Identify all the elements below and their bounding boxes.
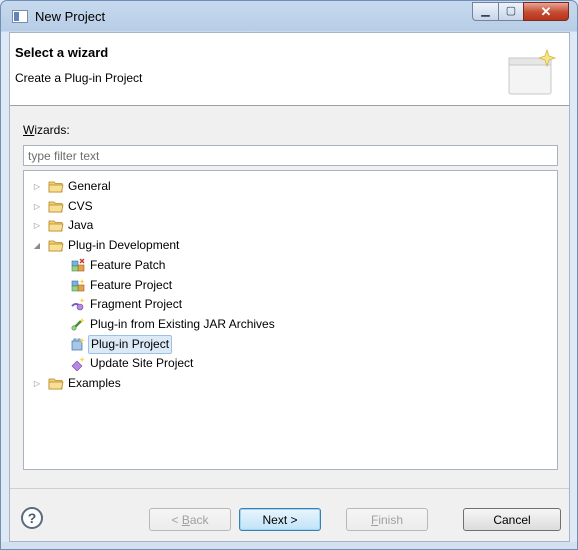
dialog-client-area: Select a wizard Create a Plug-in Project…	[9, 32, 570, 542]
tree-item-label: Feature Patch	[90, 257, 166, 272]
minimize-button[interactable]: ▁	[472, 2, 499, 21]
expand-arrow-collapsed-icon[interactable]: ▷	[32, 374, 42, 393]
title-bar[interactable]: New Project ▁ ▢ ✕	[1, 1, 577, 32]
plugin-jar-icon	[70, 317, 86, 332]
tree-item-label: Fragment Project	[90, 297, 183, 312]
tree-item[interactable]: Plug-in from Existing JAR Archives	[24, 315, 544, 334]
tree-item-label: Examples	[68, 376, 121, 390]
tree-item-label: Java	[68, 218, 94, 233]
wizard-title: Select a wizard	[15, 45, 109, 60]
tree-item-label: Plug-in Development	[68, 238, 180, 253]
button-bar-separator	[10, 488, 569, 489]
cancel-button[interactable]: Cancel	[463, 508, 561, 531]
wizards-label: Wizards:	[23, 123, 70, 137]
window-bottom-border	[1, 542, 577, 549]
filter-input[interactable]	[23, 145, 558, 166]
window-title: New Project	[35, 9, 106, 24]
tree-item-label: Feature Project	[90, 277, 173, 292]
tree-item-label: CVS	[68, 198, 93, 213]
back-button[interactable]: < Back	[149, 508, 231, 531]
fragment-project-icon	[70, 297, 86, 312]
update-site-icon	[70, 356, 86, 372]
plugin-project-icon	[70, 337, 86, 352]
wizard-banner-icon	[508, 48, 557, 95]
wizard-tree[interactable]: ▷ General ▷ CVS ▷ Java ◢ Plug-in Development Fea…	[23, 170, 558, 470]
finish-button[interactable]: Finish	[346, 508, 428, 531]
expand-arrow-collapsed-icon[interactable]: ▷	[32, 216, 42, 235]
tree-item[interactable]: Feature Patch	[24, 256, 544, 275]
tree-item-label: Plug-in from Existing JAR Archives	[90, 316, 275, 331]
tree-item[interactable]: ▷ General	[24, 177, 544, 196]
wizard-description: Create a Plug-in Project	[15, 71, 143, 85]
tree-item[interactable]: ▷ Examples	[24, 374, 544, 393]
tree-item[interactable]: ◢ Plug-in Development	[24, 236, 544, 255]
folder-icon	[48, 179, 64, 194]
tree-item[interactable]: ▷ CVS	[24, 197, 544, 216]
tree-item[interactable]: Plug-in Project	[24, 334, 544, 354]
folder-icon	[48, 376, 64, 391]
folder-icon	[48, 218, 64, 233]
expand-arrow-collapsed-icon[interactable]: ▷	[32, 177, 42, 196]
window-app-icon	[12, 10, 28, 23]
folder-icon	[48, 199, 64, 214]
expand-arrow-expanded-icon[interactable]: ◢	[32, 236, 42, 255]
feature-patch-icon	[70, 258, 86, 273]
close-button[interactable]: ✕	[523, 2, 569, 21]
tree-item[interactable]: Fragment Project	[24, 295, 544, 314]
tree-item-label: Update Site Project	[90, 356, 194, 371]
tree-item-label: Plug-in Project	[88, 334, 173, 354]
new-project-window: New Project ▁ ▢ ✕ Select a wizard Create…	[0, 0, 578, 550]
tree-item[interactable]: Update Site Project	[24, 354, 544, 373]
maximize-button[interactable]: ▢	[498, 2, 524, 21]
feature-project-icon	[70, 278, 86, 293]
folder-icon	[48, 238, 64, 253]
tree-item[interactable]: Feature Project	[24, 276, 544, 295]
expand-arrow-collapsed-icon[interactable]: ▷	[32, 197, 42, 216]
next-button[interactable]: Next >	[239, 508, 321, 531]
help-icon[interactable]: ?	[21, 507, 43, 529]
tree-item-label: General	[68, 179, 111, 193]
tree-item[interactable]: ▷ Java	[24, 216, 544, 235]
wizard-header: Select a wizard Create a Plug-in Project	[10, 33, 569, 106]
